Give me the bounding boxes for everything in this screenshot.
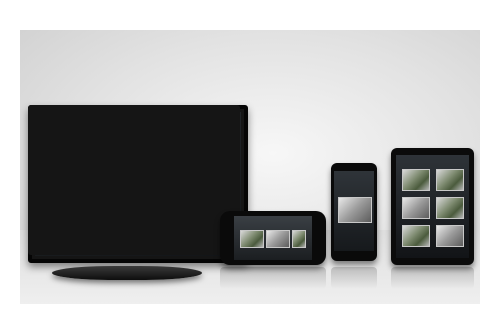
monitor-stand <box>28 105 240 255</box>
camera-thumbnail <box>436 225 464 247</box>
phone-screen <box>334 171 374 251</box>
monitor-base <box>52 266 202 280</box>
phone-screen <box>234 216 312 260</box>
camera-thumbnail <box>240 230 264 248</box>
camera-thumbnail <box>402 169 430 191</box>
camera-thumbnail <box>266 230 290 248</box>
camera-thumbnail <box>436 197 464 219</box>
tablet-device <box>391 148 474 265</box>
camera-thumbnail <box>402 197 430 219</box>
tablet-screen <box>396 155 469 258</box>
smartphone-landscape <box>220 211 326 265</box>
camera-thumbnail <box>436 169 464 191</box>
smartphone-portrait <box>331 163 377 261</box>
camera-thumbnail <box>292 230 306 248</box>
device-reflection <box>331 267 377 289</box>
camera-thumbnail <box>338 197 372 223</box>
camera-thumbnail <box>402 225 430 247</box>
product-photo <box>20 30 480 304</box>
device-reflection <box>220 267 326 289</box>
device-reflection <box>391 267 474 289</box>
